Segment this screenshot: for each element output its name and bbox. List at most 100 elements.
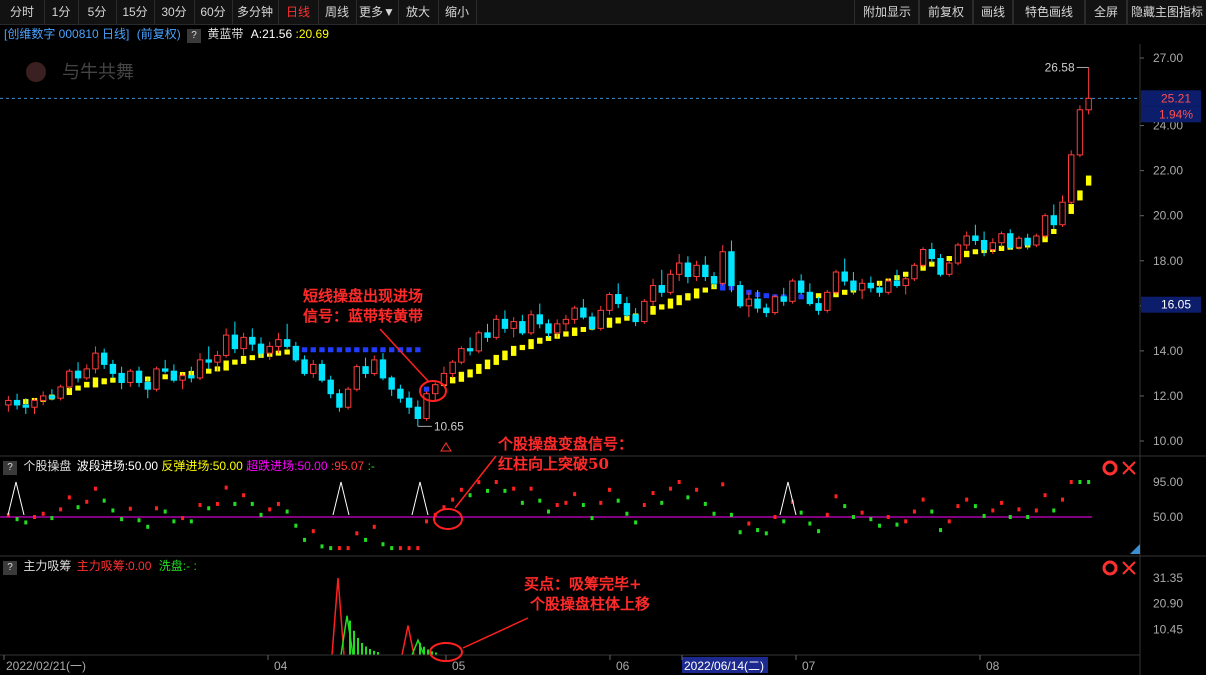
tool-btn-3[interactable]: 特色画线 <box>1012 0 1086 24</box>
gear-icon[interactable] <box>1102 460 1118 476</box>
adj-label: (前复权) <box>136 27 181 41</box>
candle-body <box>954 244 962 264</box>
stock-header: [创维数字 000810 日线] (前复权) ? 黄蓝带 A:21.56 :20… <box>0 24 1206 44</box>
period-btn-1[interactable]: 1分 <box>44 0 79 24</box>
period-btn-6[interactable]: 多分钟 <box>232 0 279 24</box>
tool-btn-0[interactable]: 附加显示 <box>854 0 920 24</box>
sub1-bar <box>912 509 916 514</box>
sub1-bar <box>1078 480 1082 484</box>
tool-btn-2[interactable]: 画线 <box>972 0 1014 24</box>
sub1-bar <box>1034 508 1038 513</box>
help-icon[interactable]: ? <box>3 561 17 575</box>
sub1-bar <box>346 546 350 551</box>
price-tick-label: 20.00 <box>1153 209 1183 223</box>
sub1-bar <box>15 517 19 522</box>
sub1-bar <box>939 528 943 533</box>
period-btn-4[interactable]: 30分 <box>154 0 195 24</box>
sub1-bar <box>668 486 672 491</box>
band-bar <box>528 339 534 350</box>
candle-body <box>754 298 761 309</box>
sub1-bar <box>486 488 490 493</box>
sub1-bar <box>372 524 376 529</box>
sub2-spike <box>401 625 415 656</box>
band-bar <box>519 344 526 351</box>
sub1-bar <box>991 508 995 513</box>
candle-body <box>127 370 134 383</box>
band-bar <box>1085 175 1092 186</box>
tool-btn-1[interactable]: 前复权 <box>918 0 974 24</box>
candle-body <box>371 359 378 374</box>
sub1-bar <box>520 500 524 505</box>
band-bar <box>354 347 360 353</box>
close-icon[interactable] <box>1122 561 1136 575</box>
candle-body <box>858 282 866 291</box>
band-bar <box>902 271 909 277</box>
tool-btn-4[interactable]: 全屏 <box>1084 0 1128 24</box>
gear-icon[interactable] <box>1102 560 1118 576</box>
band-bar <box>380 347 386 353</box>
sub1-bar <box>721 482 725 487</box>
candle-body <box>301 359 308 374</box>
candle-body <box>57 386 64 399</box>
sub1-bar <box>764 531 768 536</box>
sub1-bar <box>337 546 341 551</box>
logo-icon <box>26 62 46 82</box>
candle-body <box>606 294 613 311</box>
period-btn-5[interactable]: 60分 <box>194 0 233 24</box>
period-btn-9[interactable]: 更多▼ <box>356 0 399 24</box>
candle-body <box>649 285 657 302</box>
band-bar <box>92 377 99 388</box>
period-btn-2[interactable]: 5分 <box>78 0 117 24</box>
period-btn-11[interactable]: 缩小 <box>438 0 477 24</box>
candle-body <box>1050 215 1057 226</box>
band-bar <box>284 349 290 355</box>
period-btn-3[interactable]: 15分 <box>116 0 155 24</box>
candle-body <box>135 370 143 383</box>
band-bar <box>685 293 691 301</box>
sub1-bar <box>782 519 786 524</box>
candle-body <box>466 348 474 352</box>
sub1-bar <box>181 516 185 521</box>
band-bar <box>310 347 316 353</box>
high-price-label: 26.58 <box>1045 60 1075 74</box>
sub1-bar <box>607 487 611 492</box>
candle-body <box>736 285 744 307</box>
band-bar <box>1051 228 1057 234</box>
candle-body <box>48 395 56 399</box>
band-bar <box>963 250 970 258</box>
candle-body <box>1024 237 1031 246</box>
date-label: 07 <box>802 659 816 673</box>
candle-body <box>850 280 857 291</box>
candle-body <box>196 359 204 379</box>
period-btn-7[interactable]: 日线 <box>278 0 319 24</box>
candle-body <box>310 363 317 374</box>
pct-text: 1.94% <box>1159 107 1193 121</box>
sub1-bar <box>503 488 507 493</box>
period-btn-10[interactable]: 放大 <box>398 0 439 24</box>
sub1-bar <box>93 486 97 491</box>
period-btn-0[interactable]: 分时 <box>0 0 45 24</box>
annotation-1: 短线操盘出现进场 信号：蓝带转黄带 <box>303 286 423 326</box>
indicator-name: 黄蓝带 <box>207 27 244 41</box>
band-bar <box>406 347 412 353</box>
help-icon[interactable]: ? <box>187 29 202 43</box>
sub1-bar <box>59 507 63 512</box>
candle-body <box>928 249 936 260</box>
sub2-tick-label: 20.90 <box>1153 597 1183 611</box>
corner-arrow-icon <box>1130 544 1140 554</box>
close-icon[interactable] <box>1122 461 1136 475</box>
help-icon[interactable]: ? <box>3 461 17 475</box>
sub1-bar <box>799 510 803 515</box>
last-price-text: 25.21 <box>1161 91 1191 105</box>
sub1-bar <box>808 521 812 526</box>
annotation-3-line2: 个股操盘柱体上移 <box>530 595 651 613</box>
sub1-bar <box>973 504 977 509</box>
tool-btn-5[interactable]: 隐藏主图指标 <box>1126 0 1206 24</box>
candle-body <box>824 291 831 311</box>
period-btn-8[interactable]: 周线 <box>318 0 357 24</box>
candle-body <box>231 334 239 350</box>
sub1-bar <box>451 497 455 502</box>
sub1-bar <box>111 508 115 513</box>
sub1-bar <box>947 519 951 524</box>
sub1-bar <box>1008 515 1012 519</box>
